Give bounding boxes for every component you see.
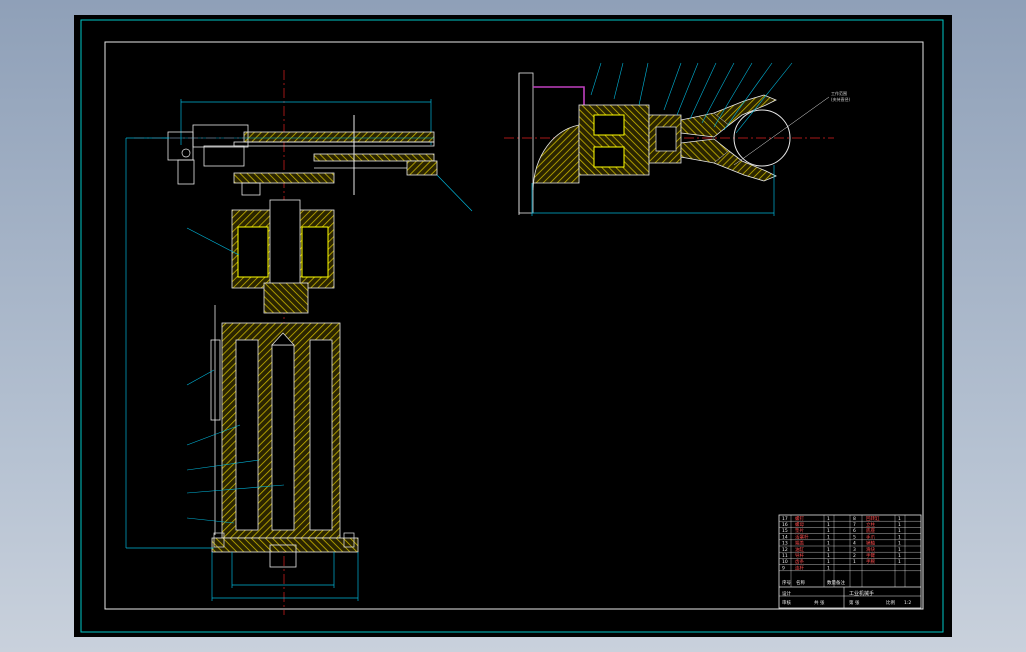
parts-cell-name: 螺母 bbox=[795, 521, 804, 528]
parts-cell-name: 底座 bbox=[866, 527, 875, 534]
parts-cell-name: 手臂 bbox=[866, 552, 875, 559]
parts-cell-qty: 1 bbox=[898, 553, 901, 559]
parts-cell-no: 17 bbox=[782, 516, 788, 522]
parts-cell-no: 10 bbox=[782, 559, 788, 565]
parts-cell-name: 回转缸 bbox=[866, 515, 880, 522]
title-text: 工业机械手 bbox=[849, 590, 874, 597]
title-row-a-scale: 比例 bbox=[886, 599, 895, 606]
parts-cell-name: 连杆 bbox=[795, 564, 804, 571]
parts-cell-no: 13 bbox=[782, 541, 788, 547]
gripper-note-line1: 工作范围 bbox=[831, 90, 847, 96]
parts-cell-name: 立柱 bbox=[866, 521, 875, 528]
cad-drawing: 工作范围 (夹持直径) 工业机械手 设计 比例 1:2 审核 共 张 第 张 序… bbox=[80, 19, 944, 633]
parts-cell-name: 销轴 bbox=[866, 540, 875, 547]
parts-cell-qty: 1 bbox=[898, 541, 901, 547]
parts-cell-qty: 1 bbox=[827, 553, 830, 559]
parts-cell-no: 6 bbox=[853, 528, 856, 534]
parts-cell-name: 滑块 bbox=[866, 546, 875, 553]
parts-cell-no: 11 bbox=[782, 553, 788, 559]
title-row-b-label: 审核 bbox=[782, 599, 791, 606]
parts-cell-qty: 1 bbox=[827, 534, 830, 540]
parts-cell-name: 手腕 bbox=[866, 558, 875, 565]
parts-cell-qty: 1 bbox=[827, 547, 830, 553]
parts-cell-no: 8 bbox=[853, 516, 856, 522]
gripper-note-line2: (夹持直径) bbox=[831, 96, 851, 102]
parts-cell-name: 端盖 bbox=[795, 540, 804, 547]
parts-cell-name: 齿条 bbox=[795, 558, 804, 565]
parts-cell-qty: 1 bbox=[827, 528, 830, 534]
parts-cell-name: 导杆 bbox=[795, 552, 804, 559]
parts-cell-no: 12 bbox=[782, 547, 788, 553]
parts-cell-no: 4 bbox=[853, 541, 856, 547]
parts-cell-name: 油缸 bbox=[795, 546, 804, 553]
drawing-viewport[interactable]: 工作范围 (夹持直径) 工业机械手 设计 比例 1:2 审核 共 张 第 张 序… bbox=[74, 15, 952, 637]
parts-cell-qty: 1 bbox=[898, 522, 901, 528]
title-row-a-scale-value: 1:2 bbox=[904, 600, 911, 606]
parts-cell-name: 手爪 bbox=[866, 533, 875, 540]
parts-cell-no: 15 bbox=[782, 528, 788, 534]
parts-cell-no: 16 bbox=[782, 522, 788, 528]
parts-cell-no: 1 bbox=[853, 559, 856, 565]
parts-cell-no: 3 bbox=[853, 547, 856, 553]
parts-cell-qty: 1 bbox=[827, 541, 830, 547]
gripper-view: 工作范围 (夹持直径) bbox=[504, 62, 851, 216]
parts-cell-qty: 1 bbox=[898, 516, 901, 522]
title-row-b-sheets: 共 张 bbox=[814, 599, 825, 606]
front-view bbox=[125, 70, 473, 615]
title-row-a-label: 设计 bbox=[782, 590, 791, 597]
header-name: 名称 bbox=[796, 579, 805, 586]
title-block: 工业机械手 设计 比例 1:2 审核 共 张 第 张 序号 名称 数量 备注 1… bbox=[778, 514, 922, 609]
parts-cell-no: 9 bbox=[782, 565, 785, 571]
parts-cell-name: 活塞杆 bbox=[795, 533, 809, 540]
parts-cell-no: 2 bbox=[853, 553, 856, 559]
title-row-b-sheet: 第 张 bbox=[849, 599, 860, 606]
parts-cell-qty: 1 bbox=[827, 559, 830, 565]
parts-cell-name: 螺钉 bbox=[795, 515, 804, 522]
parts-cell-no: 14 bbox=[782, 534, 788, 540]
parts-cell-qty: 1 bbox=[898, 534, 901, 540]
parts-cell-qty: 1 bbox=[898, 528, 901, 534]
parts-cell-no: 7 bbox=[853, 522, 856, 528]
parts-cell-name: 垫片 bbox=[795, 527, 804, 534]
header-no: 序号 bbox=[782, 579, 791, 586]
parts-cell-qty: 1 bbox=[898, 547, 901, 553]
header-remark: 备注 bbox=[836, 579, 845, 586]
parts-cell-qty: 1 bbox=[898, 559, 901, 565]
parts-cell-qty: 1 bbox=[827, 565, 830, 571]
parts-cell-no: 5 bbox=[853, 534, 856, 540]
parts-cell-qty: 1 bbox=[827, 516, 830, 522]
parts-cell-qty: 1 bbox=[827, 522, 830, 528]
